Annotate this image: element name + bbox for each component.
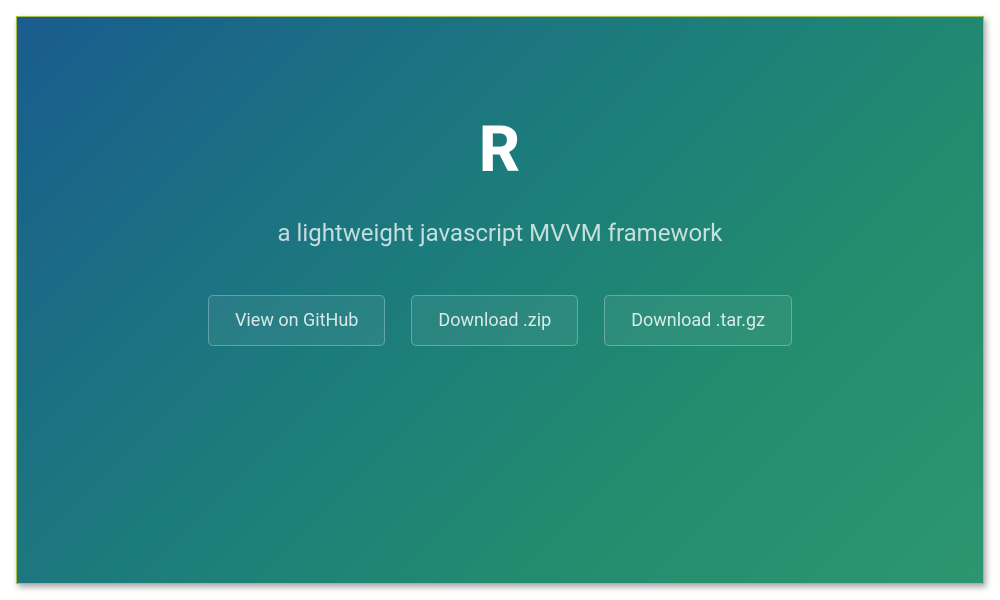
page-subtitle: a lightweight javascript MVVM framework bbox=[278, 219, 723, 247]
download-zip-button[interactable]: Download .zip bbox=[411, 295, 578, 346]
hero-panel: R a lightweight javascript MVVM framewor… bbox=[16, 16, 984, 584]
action-button-group: View on GitHub Download .zip Download .t… bbox=[208, 295, 792, 346]
download-targz-button[interactable]: Download .tar.gz bbox=[604, 295, 792, 346]
page-title: R bbox=[479, 112, 521, 187]
view-on-github-button[interactable]: View on GitHub bbox=[208, 295, 385, 346]
